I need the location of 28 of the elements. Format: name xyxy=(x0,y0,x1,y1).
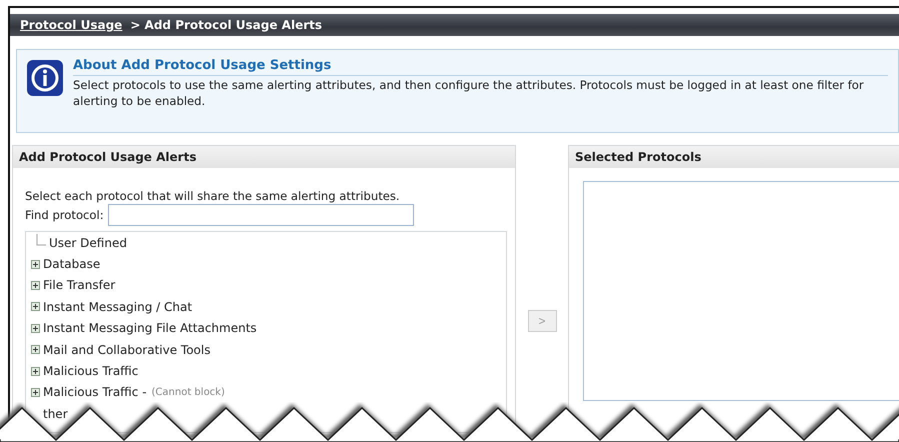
info-title: About Add Protocol Usage Settings xyxy=(73,58,888,76)
expand-icon[interactable] xyxy=(31,280,40,290)
expand-icon[interactable] xyxy=(31,324,40,333)
find-label: Find protocol: xyxy=(25,208,104,222)
tree-item[interactable]: Mail and Collaborative Tools xyxy=(43,342,210,357)
tree-item[interactable]: Instant Messaging File Attachments xyxy=(43,321,257,336)
expand-icon[interactable] xyxy=(31,260,40,269)
panel-title: Selected Protocols xyxy=(575,150,702,164)
instructions-text: Select each protocol that will share the same alerting attributes. xyxy=(25,189,401,203)
tree-item[interactable]: Malicious Traffic - xyxy=(43,385,147,400)
breadcrumb-link[interactable]: Protocol Usage xyxy=(20,18,122,32)
find-protocol-field[interactable] xyxy=(108,204,414,226)
breadcrumb-current: > Add Protocol Usage Alerts xyxy=(130,18,322,32)
expand-icon[interactable] xyxy=(31,345,40,354)
info-text: Select protocols to use the same alerting attributes, and then configure the attributes. Protocols must be logged in at least one filter for alerting to be enabled. xyxy=(73,77,865,109)
tree-item[interactable]: ther xyxy=(43,406,68,421)
expand-icon[interactable] xyxy=(31,302,40,312)
tree-item[interactable]: User Defined xyxy=(49,236,127,250)
tree-item[interactable]: Instant Messaging / Chat xyxy=(43,300,192,314)
info-icon xyxy=(27,60,63,96)
panel-title: Add Protocol Usage Alerts xyxy=(19,150,196,164)
tree-connector-icon xyxy=(36,234,46,246)
tree-item[interactable]: Malicious Traffic xyxy=(43,364,138,378)
expand-icon[interactable] xyxy=(31,388,40,397)
tree-item-note: (Cannot block) xyxy=(152,386,225,398)
tree-item[interactable]: File Transfer xyxy=(43,278,116,292)
expand-icon[interactable] xyxy=(31,366,40,376)
tree-item[interactable]: Database xyxy=(43,257,100,272)
